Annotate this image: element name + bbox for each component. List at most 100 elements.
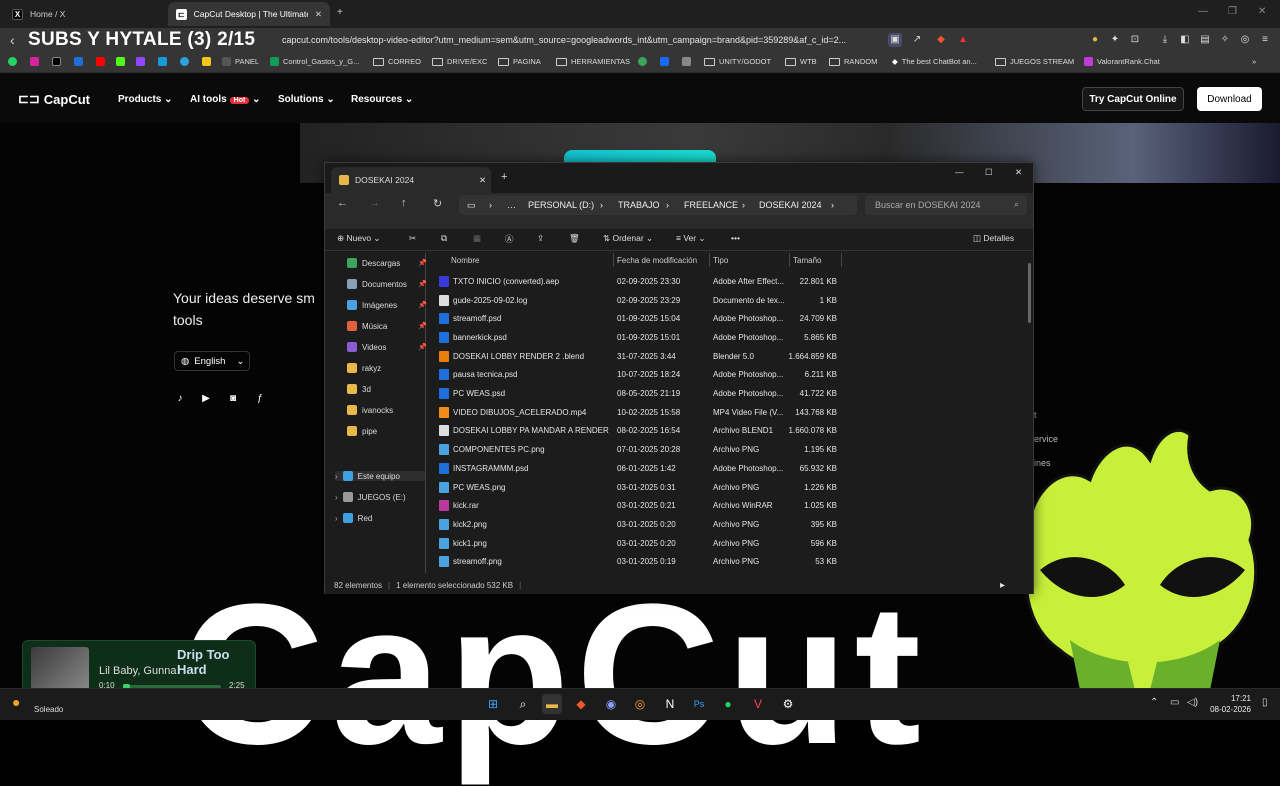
share-icon[interactable]: ⇪ [537,233,544,244]
kick-icon[interactable] [116,57,125,66]
vpn-icon[interactable]: ◎ [1238,33,1252,47]
bookmark-icon[interactable] [682,57,691,66]
new-tab-icon[interactable]: + [501,171,507,183]
blender-icon[interactable]: ◎ [630,694,650,714]
sort-button[interactable]: ⇅ Ordenar ⌄ [603,233,653,244]
discord-icon[interactable]: ◉ [601,694,621,714]
view-button[interactable]: ≡ Ver ⌄ [676,233,706,244]
download-icon[interactable]: ⤓ [1158,33,1172,47]
instagram-icon[interactable] [30,57,39,66]
forward-icon[interactable]: → [369,197,380,209]
minimize-icon[interactable]: — [955,167,964,177]
sidebar-item[interactable]: Descargas 📌 [347,258,427,268]
up-icon[interactable]: ↑ [401,197,407,209]
brave-icon[interactable]: ◆ [571,694,591,714]
tree-item[interactable]: › JUEGOS (E:) [335,492,406,502]
file-row[interactable]: kick.rar 03-01-2025 0:21 Archivo WinRAR 1.0… [439,496,843,515]
youtube-icon[interactable]: ▶ [199,393,213,407]
bookmark-panel[interactable]: PANEL [222,57,259,66]
youtube-icon[interactable] [96,57,105,66]
footer-link[interactable]: t [1034,410,1037,420]
share-icon[interactable]: ↗ [910,33,924,47]
bookmark-icon[interactable] [202,57,211,66]
screenshot-icon[interactable]: ⊡ [1128,33,1142,47]
bookmark-valorant[interactable]: ValorantRank.Chat [1084,57,1160,66]
bookmark-folder-unity[interactable]: UNITY/GODOT [704,57,771,66]
search-icon[interactable]: ⌕ [513,694,533,714]
behance-icon[interactable] [660,57,669,66]
file-row[interactable]: VIDEO DIBUJOS_ACELERADO.mp4 10-02-2025 15… [439,403,843,422]
browser-tab[interactable]: X Home / X [4,2,168,26]
instagram-icon[interactable]: ◙ [226,393,240,407]
explorer-tab[interactable]: DOSEKAI 2024 ✕ [331,167,491,193]
download-button[interactable]: Download [1197,87,1262,111]
paypal-icon[interactable] [158,57,167,66]
valorant-icon[interactable]: V [748,694,768,714]
column-header-date[interactable]: Fecha de modificación [617,256,697,265]
column-header-type[interactable]: Tipo [713,256,728,265]
settings-icon[interactable]: ⚙ [778,694,798,714]
close-window-icon[interactable]: ✕ [1258,6,1266,17]
new-button[interactable]: ⊕ Nuevo ⌄ [337,233,381,244]
whatsapp-icon[interactable] [8,57,17,66]
reader-icon[interactable]: ▣ [888,33,902,47]
spotify-icon[interactable]: ● [718,694,738,714]
bookmark-icon[interactable] [74,57,83,66]
browser-tab-active[interactable]: ⊏ CapCut Desktop | The Ultimate ... ✕ [168,2,330,26]
close-icon[interactable]: ✕ [315,9,322,20]
close-window-icon[interactable]: ✕ [1015,167,1022,178]
minimize-icon[interactable]: — [1198,6,1208,17]
file-row[interactable]: COMPONENTES PC.png 07-01-2025 20:28 Archiv… [439,440,843,459]
breadcrumb-item[interactable]: FREELANCE [684,200,738,210]
copy-icon[interactable]: ⧉ [441,233,447,244]
file-row[interactable]: gude-2025-09-02.log 02-09-2025 23:29 Docum… [439,291,843,310]
file-row[interactable]: streamoff.psd 01-09-2025 15:04 Adobe Photo… [439,309,843,328]
tiktok-icon[interactable]: ♪ [173,393,187,407]
file-explorer-icon[interactable]: ▬ [542,694,562,714]
file-row[interactable]: kick2.png 03-01-2025 0:20 Archivo PNG 395 K… [439,515,843,534]
network-icon[interactable]: ▭ [1170,697,1179,708]
new-tab-button[interactable]: + [337,7,343,18]
bookmark-folder-drive[interactable]: DRIVE/EXC [432,57,487,66]
sidebar-item[interactable]: ivanocks [347,405,393,415]
nav-ai-tools[interactable]: AI tools Hot ⌄ [190,94,261,105]
file-row[interactable]: pausa tecnica.psd 10-07-2025 18:24 Adobe P… [439,366,843,385]
breadcrumb-item[interactable]: DOSEKAI 2024 [759,200,822,210]
weather-icon[interactable]: ● [12,694,20,710]
breadcrumb-item[interactable]: TRABAJO [618,200,660,210]
notion-icon[interactable]: N [660,694,680,714]
cut-icon[interactable]: ✂ [409,233,416,244]
sidebar-icon[interactable]: ◧ [1178,33,1192,47]
volume-icon[interactable]: ◁) [1187,697,1198,708]
notifications-icon[interactable]: ▯ [1262,697,1268,708]
file-row[interactable]: DOSEKAI LOBBY PA MANDAR A RENDER... 08-02… [439,422,843,441]
sidebar-item[interactable]: Videos 📌 [347,342,427,352]
menu-icon[interactable]: ≡ [1258,33,1272,47]
nav-solutions[interactable]: Solutions ⌄ [278,94,335,105]
file-row[interactable]: PC WEAS.psd 08-05-2025 21:19 Adobe Photosh… [439,384,843,403]
delete-icon[interactable]: 🗑 [569,233,580,244]
nav-resources[interactable]: Resources ⌄ [351,94,413,105]
chevron-up-icon[interactable]: ⌃ [1150,697,1158,708]
sidebar-item[interactable]: Documentos 📌 [347,279,427,289]
more-bookmarks-icon[interactable]: » [1252,57,1256,66]
maximize-icon[interactable]: ❐ [1228,6,1237,17]
breadcrumb-item[interactable]: PERSONAL (D:) [528,200,594,210]
bookmark-folder-wtb[interactable]: WTB [785,57,817,66]
try-capcut-online-button[interactable]: Try CapCut Online [1082,87,1184,111]
file-row[interactable]: PC WEAS.png 03-01-2025 0:31 Archivo PNG 1.2… [439,478,843,497]
bookmark-folder-random[interactable]: RANDOM [829,57,877,66]
language-selector[interactable]: ◍ English ⌄ [174,351,250,371]
url-field[interactable]: capcut.com/tools/desktop-video-editor?ut… [282,35,882,45]
file-row[interactable]: streamoff.png 03-01-2025 0:19 Archivo PNG 5… [439,553,843,572]
bookmark-folder-correo[interactable]: CORREO [373,57,421,66]
close-icon[interactable]: ✕ [479,175,486,186]
more-icon[interactable]: … [507,200,516,210]
start-icon[interactable]: ⊞ [483,694,503,714]
file-row[interactable]: DOSEKAI LOBBY RENDER 2 .blend 31-07-2025 … [439,347,843,366]
telegram-icon[interactable] [180,57,189,66]
sidebar-item[interactable]: 3d [347,384,371,394]
bookmark-folder-pagina[interactable]: PAGINA [498,57,541,66]
nav-products[interactable]: Products ⌄ [118,94,173,105]
column-header-name[interactable]: Nombre [451,256,479,265]
